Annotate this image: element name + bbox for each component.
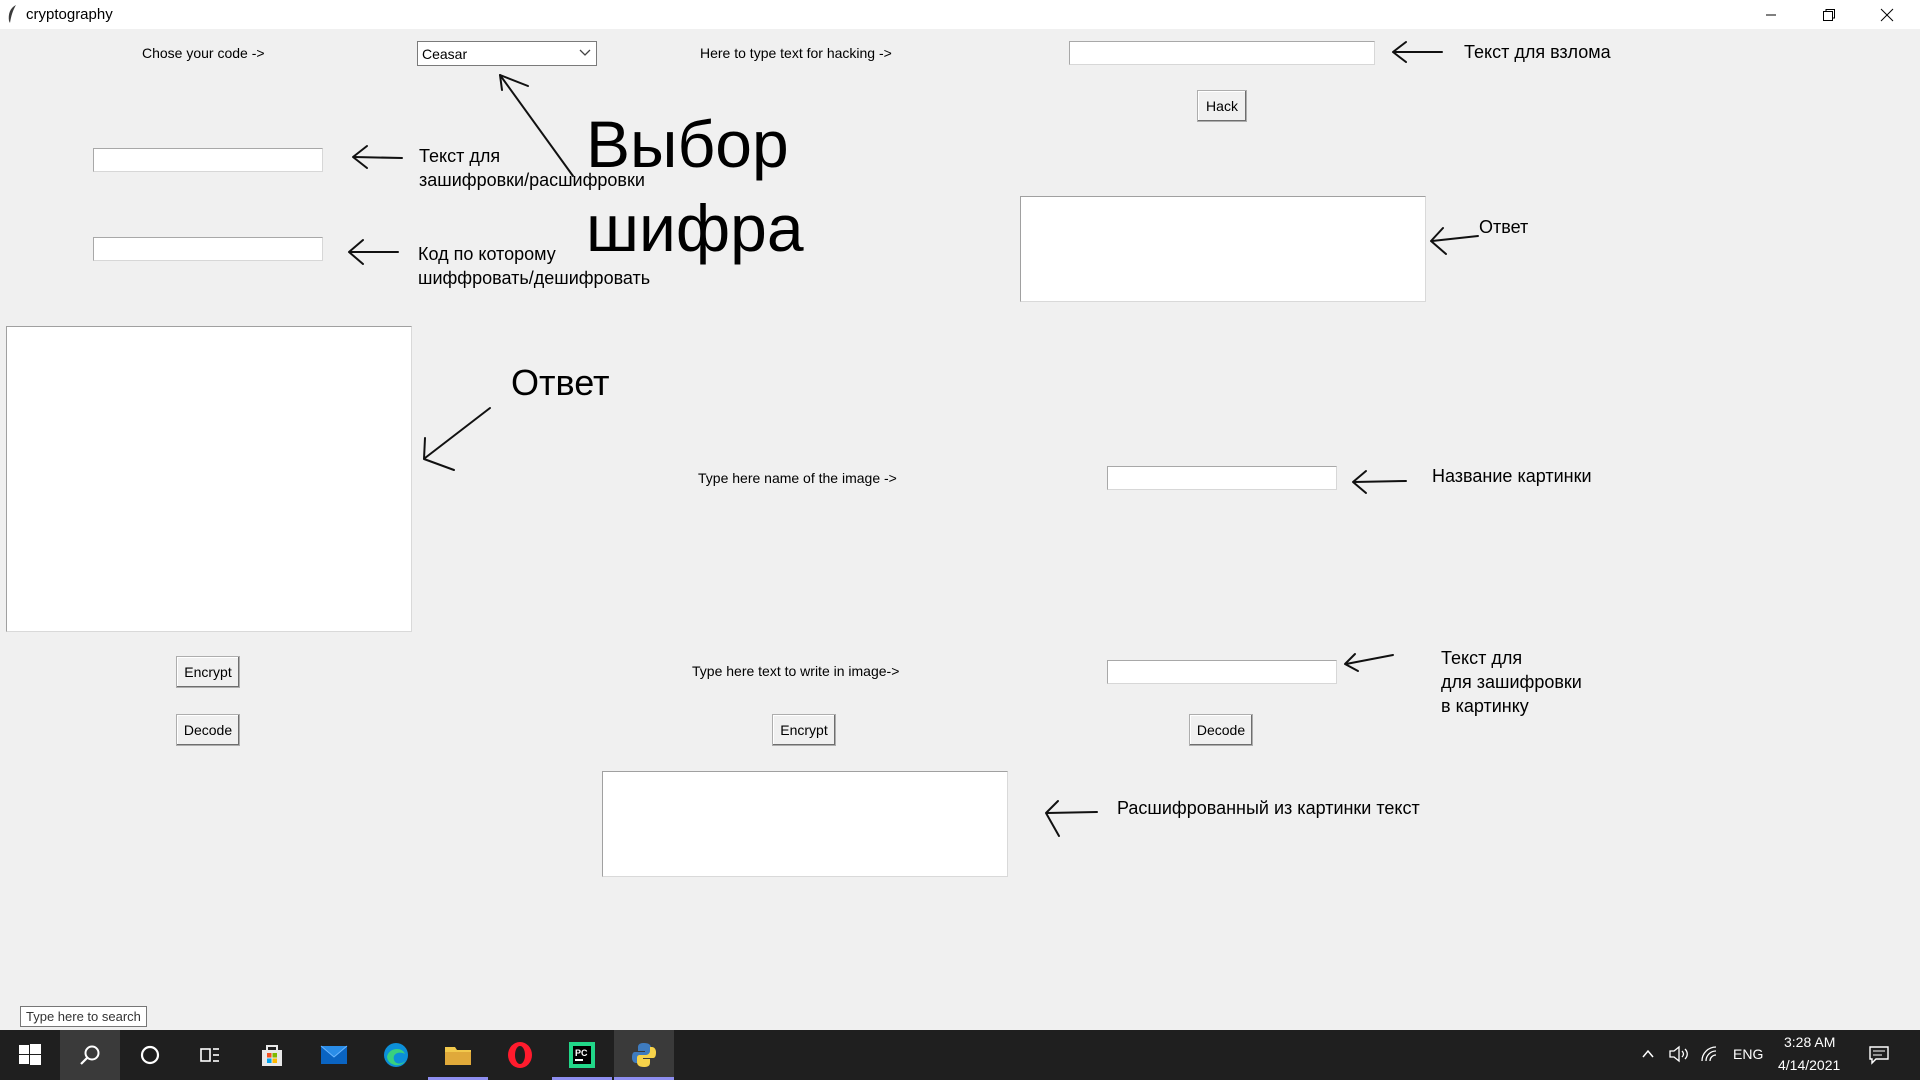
chevron-up-icon[interactable]	[1640, 1046, 1656, 1062]
annotation-image-text-line1: Текст для	[1441, 648, 1523, 668]
annotation-key-line2: шиффровать/дешифровать	[418, 268, 651, 288]
annotation-cipher-line2: шифра	[586, 191, 804, 265]
arrow-to-hack-result	[1430, 227, 1479, 255]
annotation-image-name: Название картинки	[1432, 466, 1592, 486]
edge-icon[interactable]	[366, 1030, 426, 1080]
search-icon[interactable]	[60, 1030, 120, 1080]
search-tooltip: Type here to search	[20, 1006, 147, 1027]
notification-icon[interactable]	[1868, 1044, 1890, 1066]
annotation-text-line1: Текст для	[419, 146, 501, 166]
python-icon[interactable]	[614, 1030, 674, 1080]
svg-text:PC: PC	[575, 1048, 588, 1058]
arrow-to-decoded-text	[1045, 800, 1098, 837]
windows-start-icon[interactable]	[0, 1030, 60, 1080]
annotation-answer-right: Ответ	[1479, 217, 1529, 237]
arrow-to-key-input	[348, 239, 399, 265]
file-explorer-icon[interactable]	[428, 1030, 488, 1080]
annotation-hack-text: Текст для взлома	[1464, 42, 1611, 62]
task-view-icon[interactable]	[180, 1030, 240, 1080]
mail-icon[interactable]	[304, 1030, 364, 1080]
annotation-image-text-line2: для зашифровки	[1441, 672, 1582, 692]
annotation-key-line1: Код по которому	[418, 244, 556, 264]
annotation-answer-left: Ответ	[511, 362, 610, 403]
annotation-arrows	[348, 41, 1479, 837]
arrow-to-image-name	[1352, 470, 1407, 494]
arrow-to-image-text	[1344, 653, 1394, 672]
cortana-icon[interactable]	[120, 1030, 180, 1080]
arrow-to-cipher-select	[499, 74, 574, 177]
opera-icon[interactable]	[490, 1030, 550, 1080]
arrow-to-result	[423, 407, 491, 471]
language-indicator[interactable]: ENG	[1733, 1046, 1763, 1062]
clock-time[interactable]: 3:28 AM	[1784, 1034, 1835, 1050]
annotation-cipher-line1: Выбор	[586, 107, 789, 181]
arrow-to-hack-input	[1392, 41, 1443, 63]
store-icon[interactable]	[242, 1030, 302, 1080]
annotation-image-text-line3: в картинку	[1441, 696, 1529, 716]
wifi-icon[interactable]	[1700, 1045, 1720, 1063]
annotation-decoded-text: Расшифрованный из картинки текст	[1117, 798, 1420, 818]
pycharm-icon[interactable]: PC	[552, 1030, 612, 1080]
volume-icon[interactable]	[1668, 1045, 1690, 1063]
clock-date[interactable]: 4/14/2021	[1778, 1057, 1840, 1073]
arrow-to-text-input	[352, 145, 403, 169]
